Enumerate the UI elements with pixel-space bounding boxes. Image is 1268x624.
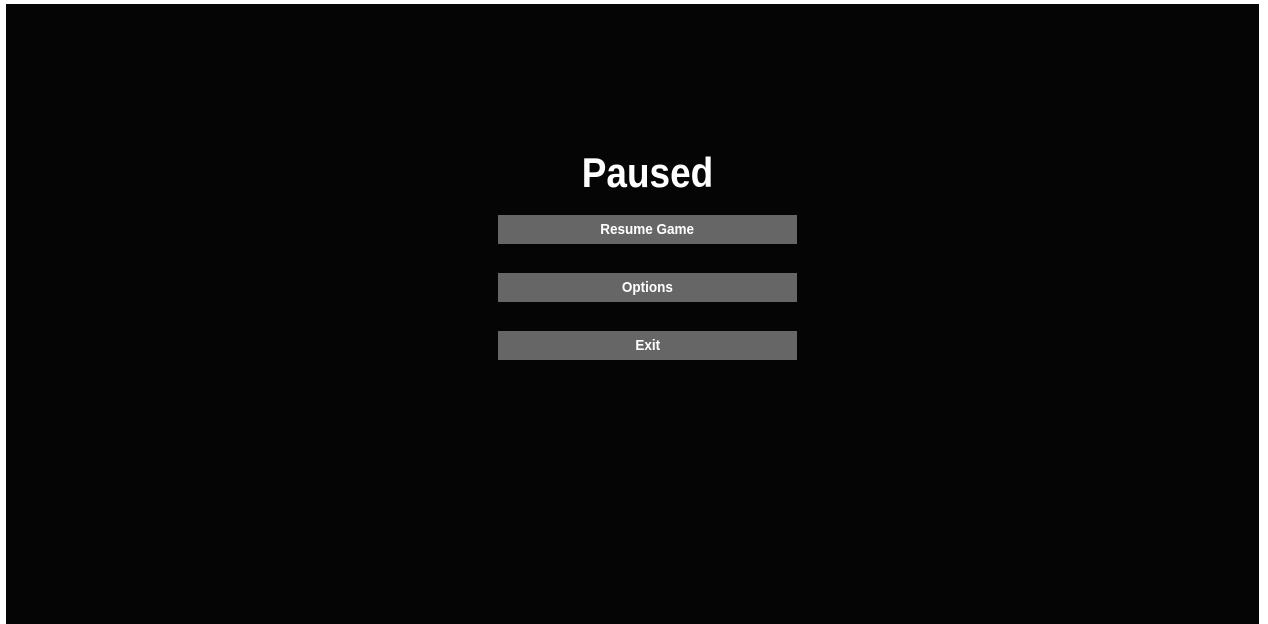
resume-game-button[interactable]: Resume Game xyxy=(498,215,797,244)
options-button[interactable]: Options xyxy=(498,273,797,302)
game-viewport: Paused Resume Game Options Exit xyxy=(6,4,1259,624)
resume-game-label: Resume Game xyxy=(600,221,695,238)
pause-title: Paused xyxy=(581,149,714,196)
exit-button[interactable]: Exit xyxy=(498,331,797,360)
options-label: Options xyxy=(621,279,673,296)
pause-menu: Paused Resume Game Options Exit xyxy=(498,4,797,624)
exit-label: Exit xyxy=(635,337,660,354)
